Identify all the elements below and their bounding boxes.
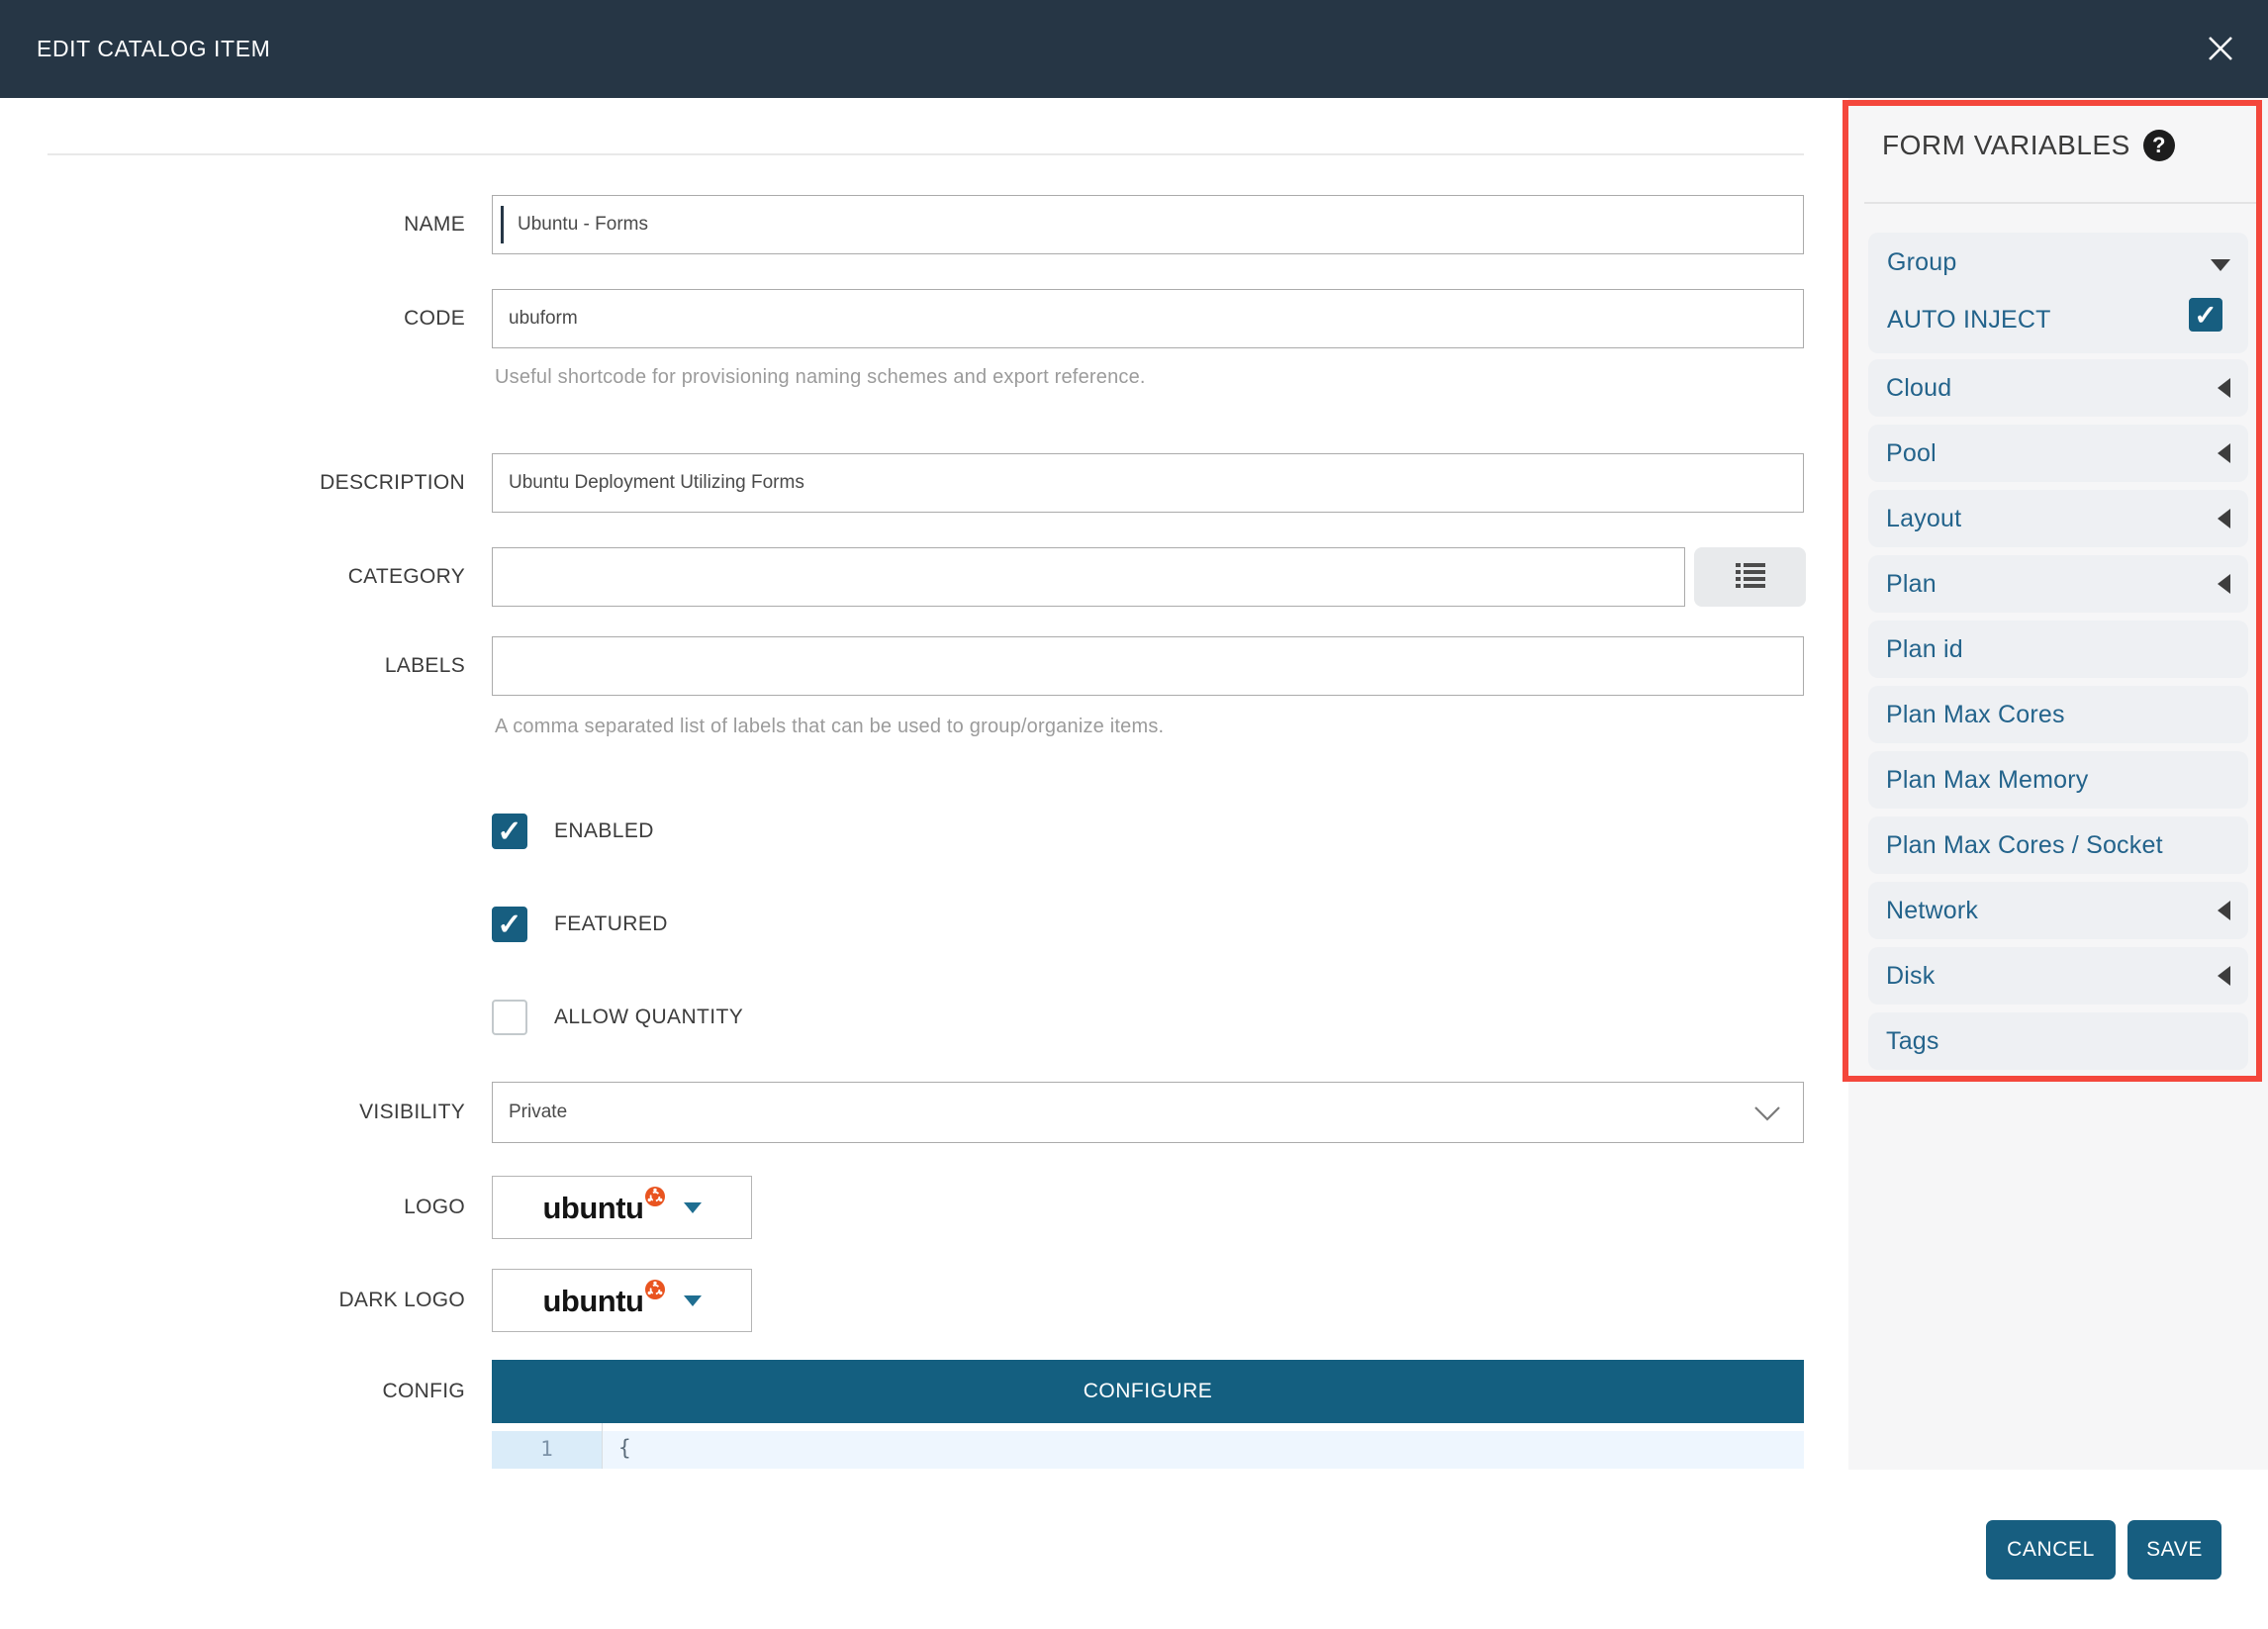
dark-logo-label: DARK LOGO — [0, 1269, 465, 1332]
chevron-left-icon — [2218, 443, 2230, 463]
enabled-label: ENABLED — [554, 819, 654, 843]
dropdown-caret-icon — [684, 1202, 702, 1213]
chevron-left-icon — [2218, 966, 2230, 986]
chevron-left-icon — [2218, 574, 2230, 594]
enabled-row: ENABLED — [492, 814, 654, 849]
chevron-down-icon — [2211, 259, 2230, 271]
code-help-text: Useful shortcode for provisioning naming… — [495, 366, 1146, 389]
logo-label: LOGO — [0, 1176, 465, 1239]
ubuntu-logo: ubuntu — [542, 1286, 663, 1316]
divider — [47, 153, 1804, 155]
description-label: DESCRIPTION — [0, 453, 465, 513]
visibility-value: Private — [509, 1102, 567, 1123]
labels-label: LABELS — [0, 636, 465, 696]
chevron-down-icon — [1753, 1104, 1781, 1128]
close-button[interactable] — [2201, 30, 2240, 69]
editor-line-number: 1 — [492, 1437, 602, 1461]
config-code-editor[interactable]: 1 { — [492, 1423, 1804, 1469]
editor-line-content: { — [618, 1436, 631, 1460]
name-input[interactable] — [492, 195, 1804, 254]
form-variable-network[interactable]: Network — [1868, 882, 2248, 939]
category-label: CATEGORY — [0, 547, 465, 607]
config-label: CONFIG — [0, 1360, 465, 1423]
chevron-left-icon — [2218, 901, 2230, 920]
allow-quantity-row: ALLOW QUANTITY — [492, 1000, 743, 1035]
category-browse-button[interactable] — [1694, 547, 1806, 607]
text-cursor — [501, 206, 504, 243]
description-input[interactable] — [492, 453, 1804, 513]
dark-logo-dropdown[interactable]: ubuntu — [492, 1269, 752, 1332]
form-variable-pool[interactable]: Pool — [1868, 425, 2248, 482]
dropdown-caret-icon — [684, 1295, 702, 1306]
form-variable-cloud[interactable]: Cloud — [1868, 359, 2248, 417]
chevron-left-icon — [2218, 509, 2230, 528]
featured-checkbox[interactable] — [492, 907, 527, 942]
divider — [1864, 202, 2262, 204]
configure-button[interactable]: CONFIGURE — [492, 1360, 1804, 1423]
form-variables-title: FORM VARIABLES — [1882, 130, 2130, 161]
auto-inject-label: AUTO INJECT — [1887, 306, 2051, 335]
form-variable-plan-max-cores[interactable]: Plan Max Cores — [1868, 686, 2248, 743]
group-label: Group — [1887, 248, 1956, 277]
ubuntu-circle-of-friends-icon — [645, 1181, 665, 1211]
chevron-left-icon — [2218, 378, 2230, 398]
editor-code-area[interactable]: { — [603, 1423, 1804, 1469]
modal-header: EDIT CATALOG ITEM — [0, 0, 2268, 98]
visibility-select[interactable]: Private — [492, 1082, 1804, 1143]
modal-title: EDIT CATALOG ITEM — [37, 36, 270, 62]
category-input[interactable] — [492, 547, 1685, 607]
cancel-button[interactable]: CANCEL — [1986, 1520, 2116, 1580]
visibility-label: VISIBILITY — [0, 1082, 465, 1143]
enabled-checkbox[interactable] — [492, 814, 527, 849]
list-icon — [1736, 562, 1765, 593]
save-button[interactable]: SAVE — [2127, 1520, 2221, 1580]
help-icon[interactable]: ? — [2143, 130, 2175, 161]
form-variable-disk[interactable]: Disk — [1868, 947, 2248, 1005]
labels-help-text: A comma separated list of labels that ca… — [495, 716, 1164, 738]
form-variable-group[interactable]: Group AUTO INJECT — [1868, 233, 2248, 353]
featured-label: FEATURED — [554, 912, 668, 936]
logo-dropdown[interactable]: ubuntu — [492, 1176, 752, 1239]
code-label: CODE — [0, 289, 465, 348]
form-variables-panel: FORM VARIABLES ? Group AUTO INJECT Cloud… — [1848, 98, 2268, 1470]
ubuntu-circle-of-friends-icon — [645, 1274, 665, 1304]
code-input[interactable] — [492, 289, 1804, 348]
form-variable-plan-max-memory[interactable]: Plan Max Memory — [1868, 751, 2248, 809]
name-label: NAME — [0, 195, 465, 254]
form-variable-plan-max-cores-socket[interactable]: Plan Max Cores / Socket — [1868, 816, 2248, 874]
editor-gutter: 1 — [492, 1423, 603, 1469]
ubuntu-logo: ubuntu — [542, 1193, 663, 1223]
form-variable-layout[interactable]: Layout — [1868, 490, 2248, 547]
form-variable-plan-id[interactable]: Plan id — [1868, 621, 2248, 678]
form-variable-plan[interactable]: Plan — [1868, 555, 2248, 613]
close-icon — [2204, 32, 2237, 68]
auto-inject-checkbox[interactable] — [2189, 298, 2222, 332]
allow-quantity-checkbox[interactable] — [492, 1000, 527, 1035]
allow-quantity-label: ALLOW QUANTITY — [554, 1006, 743, 1029]
labels-input[interactable] — [492, 636, 1804, 696]
form-variable-tags[interactable]: Tags — [1868, 1012, 2248, 1070]
featured-row: FEATURED — [492, 907, 668, 942]
